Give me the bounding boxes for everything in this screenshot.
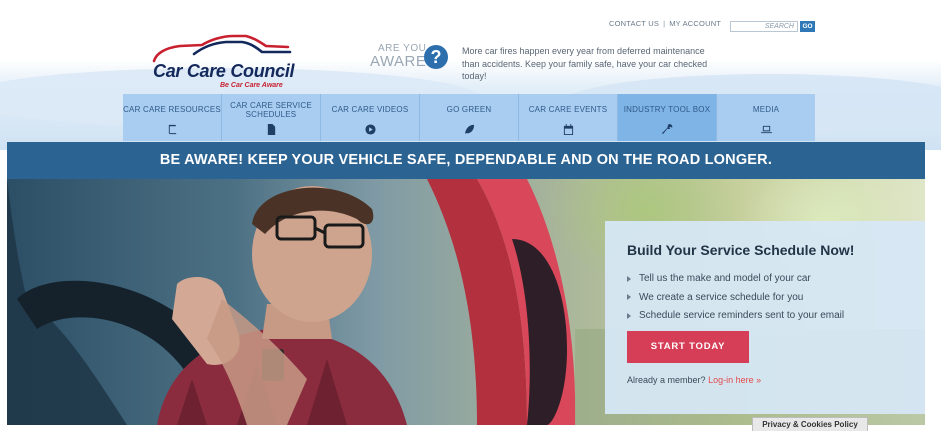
tagline-banner: BE AWARE! KEEP YOUR VEHICLE SAFE, DEPEND… bbox=[7, 142, 925, 179]
utility-separator: | bbox=[663, 19, 666, 28]
leaf-icon bbox=[463, 123, 475, 135]
nav-item-car-care-videos[interactable]: CAR CARE VIDEOS bbox=[321, 94, 420, 141]
bullet-arrow-icon bbox=[627, 294, 631, 300]
question-icon[interactable]: ? bbox=[424, 45, 448, 69]
nav-item-label: GO GREEN bbox=[446, 105, 492, 115]
laptop-icon bbox=[760, 123, 772, 135]
bullet-arrow-icon bbox=[627, 275, 631, 282]
logo-tagline: Be Car Care Aware bbox=[220, 82, 283, 89]
list-item-text: Schedule service reminders sent to your … bbox=[639, 310, 845, 321]
bullet-arrow-icon bbox=[627, 312, 631, 319]
logo-wordmark: Car Care Council bbox=[153, 61, 295, 81]
login-link[interactable]: Log-in here » bbox=[708, 375, 761, 385]
car-care-council-logo[interactable]: Car Care Council Be Car Care Aware bbox=[150, 32, 300, 92]
privacy-cookies-button[interactable]: Privacy & Cookies Policy bbox=[752, 417, 868, 431]
book-icon bbox=[166, 123, 178, 135]
nav-item-service-schedules[interactable]: CAR CARE SERVICE SCHEDULES bbox=[222, 94, 321, 141]
search-input[interactable]: SEARCH bbox=[730, 21, 798, 32]
play-icon bbox=[364, 123, 376, 135]
aware-message: More car fires happen every year from de… bbox=[462, 46, 708, 81]
my-account-link[interactable]: MY ACCOUNT bbox=[669, 19, 721, 28]
start-today-button[interactable]: START TODAY bbox=[627, 331, 749, 363]
nav-item-label: CAR CARE SERVICE SCHEDULES bbox=[230, 101, 312, 119]
aware-heading-large: AWARE bbox=[370, 53, 427, 70]
service-schedule-panel: Build Your Service Schedule Now! Tell us… bbox=[605, 221, 925, 414]
list-item: Tell us the make and model of your car bbox=[627, 273, 903, 284]
panel-title: Build Your Service Schedule Now! bbox=[627, 242, 855, 258]
main-nav: CAR CARE RESOURCES CAR CARE SERVICE SCHE… bbox=[123, 94, 815, 141]
calendar-icon bbox=[562, 123, 574, 135]
car-silhouette-logo-icon bbox=[152, 34, 292, 63]
search-go-button[interactable]: GO bbox=[800, 21, 815, 32]
list-item-text: We create a service schedule for you bbox=[639, 291, 804, 303]
nav-item-label: INDUSTRY TOOL BOX bbox=[623, 105, 711, 115]
nav-item-media[interactable]: MEDIA bbox=[717, 94, 815, 141]
list-item: We create a service schedule for you bbox=[627, 292, 903, 303]
contact-us-link[interactable]: CONTACT US bbox=[609, 19, 659, 28]
nav-item-label: MEDIA bbox=[752, 105, 780, 115]
panel-benefits-list: Tell us the make and model of your car W… bbox=[627, 273, 903, 321]
nav-item-label: CAR CARE VIDEOS bbox=[331, 105, 409, 115]
document-icon bbox=[265, 123, 277, 135]
nav-item-car-care-events[interactable]: CAR CARE EVENTS bbox=[519, 94, 618, 141]
nav-item-car-care-resources[interactable]: CAR CARE RESOURCES bbox=[123, 94, 222, 141]
nav-item-go-green[interactable]: GO GREEN bbox=[420, 94, 519, 141]
list-item-text: Tell us the make and model of your car bbox=[639, 273, 811, 284]
member-login-line: Already a member? Log-in here » bbox=[627, 375, 903, 385]
nav-item-label: CAR CARE EVENTS bbox=[528, 105, 608, 115]
nav-item-label: CAR CARE RESOURCES bbox=[123, 105, 221, 115]
nav-item-industry-tool-box[interactable]: INDUSTRY TOOL BOX bbox=[618, 94, 717, 141]
utility-links: CONTACT US | MY ACCOUNT bbox=[609, 19, 721, 28]
member-prompt: Already a member? bbox=[627, 375, 706, 385]
list-item: Schedule service reminders sent to your … bbox=[627, 310, 903, 321]
wrench-icon bbox=[661, 123, 673, 135]
